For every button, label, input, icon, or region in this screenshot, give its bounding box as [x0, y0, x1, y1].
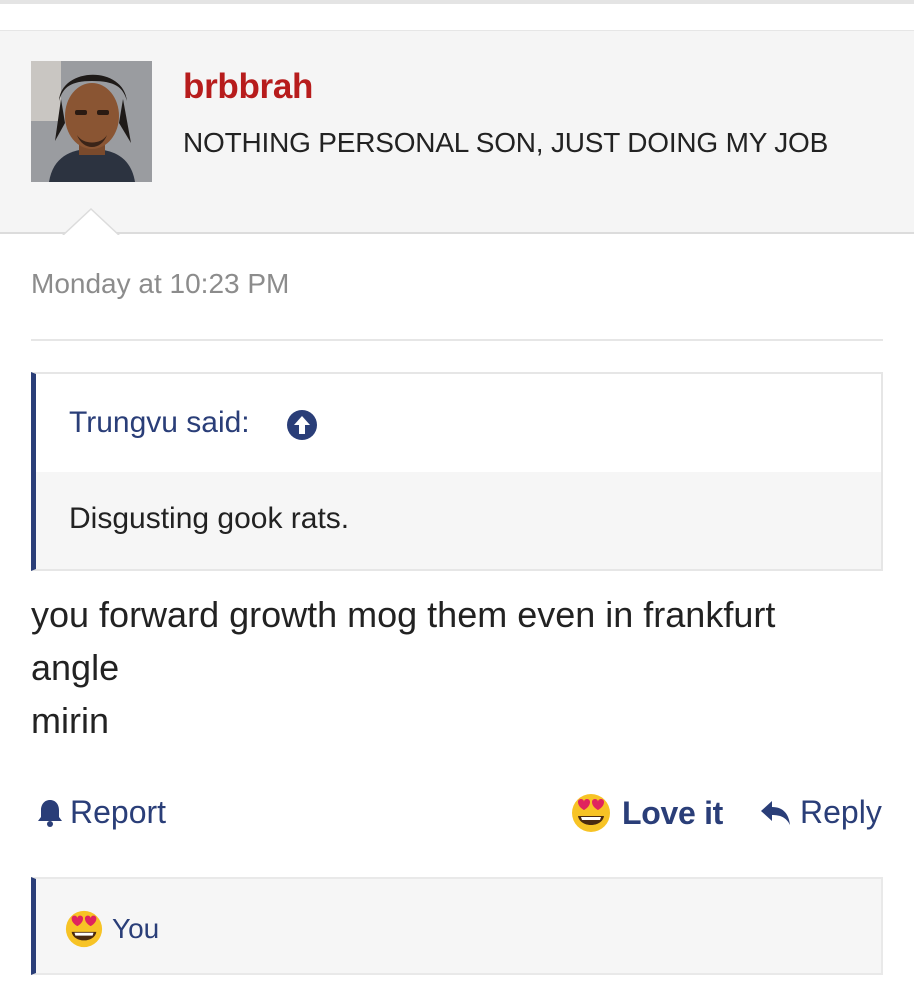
bell-icon	[38, 799, 62, 827]
reaction-user-label: You	[112, 913, 160, 944]
love-it-label: Love it	[622, 794, 724, 831]
top-divider	[0, 0, 914, 4]
reaction-entry[interactable]: You	[64, 909, 159, 949]
username[interactable]: brbbrah	[183, 67, 313, 107]
quote-block: Trungvu said: Disgusting gook rats.	[31, 372, 883, 571]
quote-body: Disgusting gook rats.	[36, 472, 881, 569]
heart-eyes-emoji-icon	[572, 794, 610, 832]
avatar[interactable]	[31, 61, 152, 182]
reply-label: Reply	[800, 794, 882, 830]
post-message: you forward growth mog them even in fran…	[31, 588, 871, 747]
post-user-header: brbbrah NOTHING PERSONAL SON, JUST DOING…	[0, 30, 914, 234]
post-actions: Report Love it Reply	[0, 790, 914, 840]
heart-eyes-emoji-icon	[65, 910, 103, 948]
quote-author[interactable]: Trungvu said:	[69, 406, 250, 440]
quote-text: Disgusting gook rats.	[69, 502, 350, 535]
post-divider	[31, 339, 883, 341]
message-line: you forward growth mog them even in fran…	[31, 594, 776, 635]
love-it-button[interactable]: Love it	[570, 792, 723, 834]
report-label: Report	[70, 794, 167, 830]
user-title: NOTHING PERSONAL SON, JUST DOING MY JOB	[183, 127, 829, 158]
message-line: mirin	[31, 700, 109, 741]
avatar-image	[31, 61, 152, 182]
post-timestamp[interactable]: Monday at 10:23 PM	[31, 268, 289, 300]
reply-arrow-icon	[761, 800, 790, 825]
header-pointer-arrow	[61, 207, 121, 237]
reactions-bar[interactable]: You	[31, 877, 883, 975]
arrow-up-circle-icon[interactable]	[286, 409, 318, 441]
reply-button[interactable]: Reply	[760, 794, 882, 831]
quote-header: Trungvu said:	[36, 374, 881, 472]
message-line: angle	[31, 647, 120, 688]
report-button[interactable]: Report	[36, 794, 166, 831]
